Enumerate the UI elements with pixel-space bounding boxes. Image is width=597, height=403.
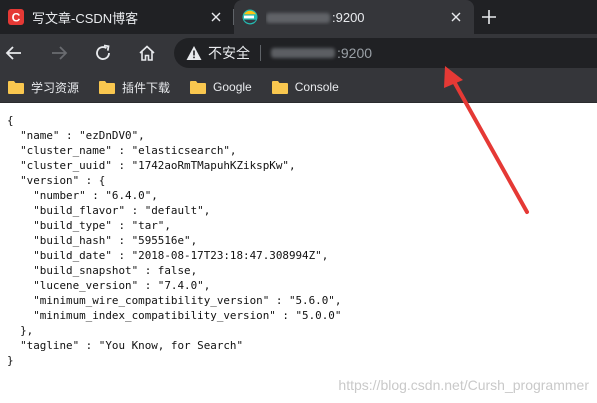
json-line: "build_type" : "tar", (7, 219, 171, 232)
csdn-c-icon: C (8, 9, 24, 25)
json-line: "minimum_index_compatibility_version" : … (7, 309, 342, 322)
json-line: "cluster_uuid" : "1742aoRmTMapuhKZikspKw… (7, 159, 296, 172)
svg-text:C: C (12, 11, 21, 25)
watermark: https://blog.csdn.net/Cursh_programmer (338, 377, 589, 393)
json-line: "minimum_wire_compatibility_version" : "… (7, 294, 342, 307)
address-bar[interactable]: 不安全 :9200 (174, 38, 597, 68)
bookmark-label: Google (213, 80, 252, 94)
security-status-label[interactable]: 不安全 (208, 43, 250, 63)
url-text[interactable]: :9200 (271, 45, 372, 61)
bookmark-label: Console (294, 80, 339, 94)
toolbar: 不安全 :9200 (0, 34, 597, 72)
page-content: { "name" : "ezDnDV0", "cluster_name" : "… (0, 103, 597, 403)
forward-button[interactable] (47, 41, 71, 65)
warning-icon[interactable] (186, 45, 202, 61)
back-button[interactable] (2, 41, 26, 65)
json-line: "version" : { (7, 174, 106, 187)
bookmark-folder-plugins[interactable]: 插件下载 (95, 76, 174, 98)
json-line: "name" : "ezDnDV0", (7, 129, 145, 142)
home-icon (139, 45, 155, 61)
reload-icon (96, 44, 110, 60)
folder-icon (190, 81, 207, 94)
reload-button[interactable] (91, 41, 115, 65)
json-line: "build_snapshot" : false, (7, 264, 198, 277)
close-icon[interactable] (208, 9, 224, 25)
redacted-host (266, 13, 330, 24)
redacted-host (271, 48, 335, 58)
home-button[interactable] (135, 41, 159, 65)
json-line: "build_flavor" : "default", (7, 204, 211, 217)
tab-elasticsearch[interactable]: :9200 (234, 0, 474, 34)
plus-icon (482, 10, 496, 24)
bookmarks-bar: 学习资源 插件下载 Google Console (0, 72, 597, 103)
tab-strip: C 写文章-CSDN博客 :9200 (0, 0, 597, 34)
bookmark-label: 插件下载 (122, 80, 171, 95)
json-response: { "name" : "ezDnDV0", "cluster_name" : "… (7, 113, 341, 368)
json-line: { (7, 114, 14, 127)
elasticsearch-icon (242, 9, 258, 25)
back-arrow-icon (5, 46, 21, 60)
json-line: "tagline" : "You Know, for Search" (7, 339, 244, 352)
json-line: "number" : "6.4.0", (7, 189, 158, 202)
bookmark-folder-console[interactable]: Console (268, 76, 343, 98)
forward-arrow-icon (52, 46, 68, 60)
tab-title: 写文章-CSDN博客 (32, 10, 139, 26)
folder-icon (99, 81, 116, 94)
json-line: "cluster_name" : "elasticsearch", (7, 144, 237, 157)
json-line: }, (7, 324, 34, 337)
json-line: "build_date" : "2018-08-17T23:18:47.3089… (7, 249, 329, 262)
json-line: "lucene_version" : "7.4.0", (7, 279, 211, 292)
bookmark-folder-google[interactable]: Google (186, 76, 256, 98)
tab-title: :9200 (266, 10, 442, 25)
json-line: "build_hash" : "595516e", (7, 234, 198, 247)
bookmark-label: 学习资源 (31, 80, 80, 95)
json-line: } (7, 354, 14, 367)
tab-csdn[interactable]: C 写文章-CSDN博客 (0, 0, 234, 34)
new-tab-button[interactable] (478, 7, 500, 27)
folder-icon (271, 81, 288, 94)
omnibox-divider (260, 45, 261, 61)
close-icon[interactable] (448, 9, 464, 25)
bookmark-folder-learning[interactable]: 学习资源 (4, 76, 83, 98)
folder-icon (8, 81, 24, 94)
